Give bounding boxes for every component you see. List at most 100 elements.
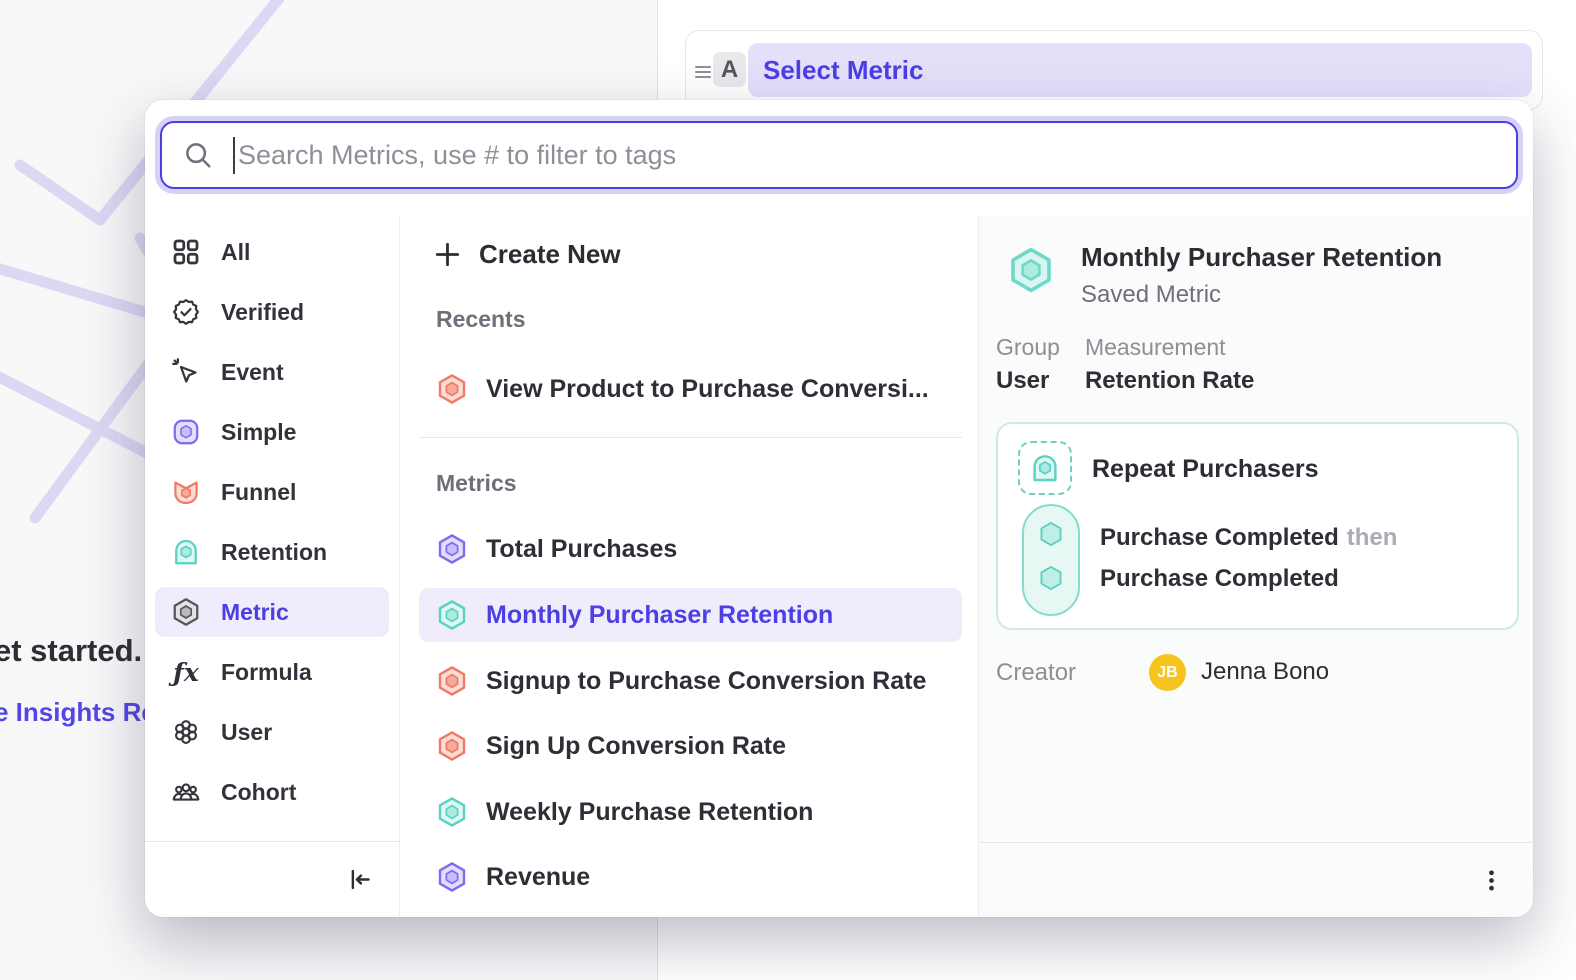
metric-hexagon-icon bbox=[435, 860, 469, 894]
metric-item-label: Total Purchases bbox=[486, 535, 677, 564]
metric-list-item[interactable]: Signup to Purchase Conversion Rate bbox=[419, 654, 962, 708]
event-hexagon-icon bbox=[1037, 520, 1065, 548]
metric-list-item[interactable]: Weekly Purchase Retention bbox=[419, 785, 962, 839]
step-connector: then bbox=[1347, 524, 1398, 551]
metric-list-item[interactable]: Revenue bbox=[419, 850, 962, 904]
user-icon bbox=[170, 716, 202, 748]
search-icon bbox=[183, 140, 213, 170]
modal-body: All Verified Event Simple bbox=[145, 216, 1533, 917]
metric-item-label: Monthly Purchaser Retention bbox=[486, 601, 833, 630]
metric-item-label: View Product to Purchase Conversi... bbox=[486, 375, 929, 404]
step-event-name: Purchase Completed bbox=[1100, 524, 1339, 551]
formula-icon: ƒx bbox=[170, 656, 202, 688]
metric-item-label: Weekly Purchase Retention bbox=[486, 798, 813, 827]
section-divider bbox=[419, 437, 962, 438]
funnel-icon bbox=[170, 476, 202, 508]
metric-list-item-selected[interactable]: Monthly Purchaser Retention bbox=[419, 588, 962, 642]
sidebar-item-cohort[interactable]: Cohort bbox=[155, 767, 389, 817]
creator-avatar: JB bbox=[1149, 654, 1186, 691]
grid-icon bbox=[170, 236, 202, 268]
retention-icon bbox=[170, 536, 202, 568]
measurement-field: Measurement Retention Rate bbox=[1085, 334, 1254, 395]
sidebar-item-metric[interactable]: Metric bbox=[155, 587, 389, 637]
kebab-menu-icon bbox=[1478, 867, 1505, 894]
drag-handle-icon[interactable] bbox=[691, 59, 715, 83]
sidebar-item-label: All bbox=[221, 239, 250, 266]
funnel-metric-hexagon-icon bbox=[435, 372, 469, 406]
sidebar-item-simple[interactable]: Simple bbox=[155, 407, 389, 457]
definition-name: Repeat Purchasers bbox=[1092, 455, 1319, 484]
more-options-button[interactable] bbox=[1478, 867, 1505, 894]
metric-list-item[interactable]: Sign Up Conversion Rate bbox=[419, 719, 962, 773]
recent-metric-item[interactable]: View Product to Purchase Conversi... bbox=[419, 362, 962, 416]
retention-metric-hexagon-icon bbox=[435, 598, 469, 632]
group-value: User bbox=[996, 367, 1060, 395]
measurement-label: Measurement bbox=[1085, 334, 1254, 361]
metric-list-panel: Create New Recents View Product to Purch… bbox=[401, 216, 978, 917]
sidebar-item-label: Retention bbox=[221, 539, 327, 566]
search-input[interactable] bbox=[238, 140, 1495, 171]
sidebar-item-label: Event bbox=[221, 359, 284, 386]
detail-footer bbox=[979, 842, 1533, 917]
event-step-capsule bbox=[1022, 504, 1080, 616]
select-metric-label: Select Metric bbox=[763, 55, 923, 86]
select-metric-button[interactable]: Select Metric bbox=[748, 43, 1532, 97]
search-bar bbox=[160, 121, 1518, 189]
creator-name: Jenna Bono bbox=[1201, 658, 1329, 686]
saved-metric-hexagon-icon bbox=[1007, 246, 1055, 294]
sidebar-item-all[interactable]: All bbox=[155, 227, 389, 277]
category-list: All Verified Event Simple bbox=[145, 216, 399, 817]
metric-item-label: Revenue bbox=[486, 863, 590, 892]
metric-list-item[interactable]: Total Purchases bbox=[419, 522, 962, 576]
funnel-metric-hexagon-icon bbox=[435, 664, 469, 698]
create-new-button[interactable]: Create New bbox=[433, 229, 621, 279]
insights-report-link[interactable]: e Insights Re bbox=[0, 697, 156, 728]
sidebar-item-label: Cohort bbox=[221, 779, 296, 806]
retention-metric-hexagon-icon bbox=[435, 795, 469, 829]
metric-hexagon-icon bbox=[435, 532, 469, 566]
sidebar-item-label: Funnel bbox=[221, 479, 296, 506]
sidebar-item-formula[interactable]: ƒx Formula bbox=[155, 647, 389, 697]
metric-definition-card: Repeat Purchasers Purchase Completed then… bbox=[996, 422, 1519, 630]
row-letter-badge: A bbox=[713, 52, 746, 87]
cohort-icon bbox=[170, 776, 202, 808]
group-field: Group User bbox=[996, 334, 1060, 395]
detail-title: Monthly Purchaser Retention bbox=[1081, 242, 1442, 273]
event-hexagon-icon bbox=[1037, 564, 1065, 592]
get-started-text: et started. bbox=[0, 633, 142, 669]
funnel-metric-hexagon-icon bbox=[435, 729, 469, 763]
metrics-section-label: Metrics bbox=[436, 470, 517, 497]
metric-detail-panel: Monthly Purchaser Retention Saved Metric… bbox=[978, 216, 1533, 917]
sidebar-item-label: Formula bbox=[221, 659, 312, 686]
metric-item-label: Sign Up Conversion Rate bbox=[486, 732, 786, 761]
creator-label: Creator bbox=[996, 659, 1076, 687]
app-background: et started. e Insights Re A Select Metri… bbox=[0, 0, 1576, 980]
sidebar-item-user[interactable]: User bbox=[155, 707, 389, 757]
sidebar-item-label: User bbox=[221, 719, 272, 746]
sidebar-item-label: Verified bbox=[221, 299, 304, 326]
sidebar-item-funnel[interactable]: Funnel bbox=[155, 467, 389, 517]
sidebar-item-retention[interactable]: Retention bbox=[155, 527, 389, 577]
metric-item-label: Signup to Purchase Conversion Rate bbox=[486, 667, 926, 696]
detail-fields: Group User Measurement Retention Rate bbox=[996, 334, 1254, 395]
category-sidebar: All Verified Event Simple bbox=[145, 216, 400, 917]
metric-picker-modal: All Verified Event Simple bbox=[145, 100, 1533, 917]
definition-step: Purchase Completed then bbox=[1100, 524, 1397, 552]
sidebar-item-event[interactable]: Event bbox=[155, 347, 389, 397]
create-new-label: Create New bbox=[479, 239, 621, 270]
definition-step: Purchase Completed bbox=[1100, 565, 1339, 593]
step-event-name: Purchase Completed bbox=[1100, 565, 1339, 592]
sidebar-footer bbox=[145, 841, 399, 917]
sidebar-item-label: Simple bbox=[221, 419, 296, 446]
simple-icon bbox=[170, 416, 202, 448]
retention-definition-icon bbox=[1018, 441, 1072, 495]
metric-query-row-card: A Select Metric bbox=[685, 30, 1543, 110]
event-cursor-icon bbox=[170, 356, 202, 388]
sidebar-item-verified[interactable]: Verified bbox=[155, 287, 389, 337]
collapse-sidebar-button[interactable] bbox=[345, 865, 374, 894]
verified-seal-icon bbox=[170, 296, 202, 328]
measurement-value: Retention Rate bbox=[1085, 367, 1254, 395]
recents-section-label: Recents bbox=[436, 306, 525, 333]
text-cursor bbox=[233, 137, 235, 174]
sidebar-item-label: Metric bbox=[221, 599, 289, 626]
